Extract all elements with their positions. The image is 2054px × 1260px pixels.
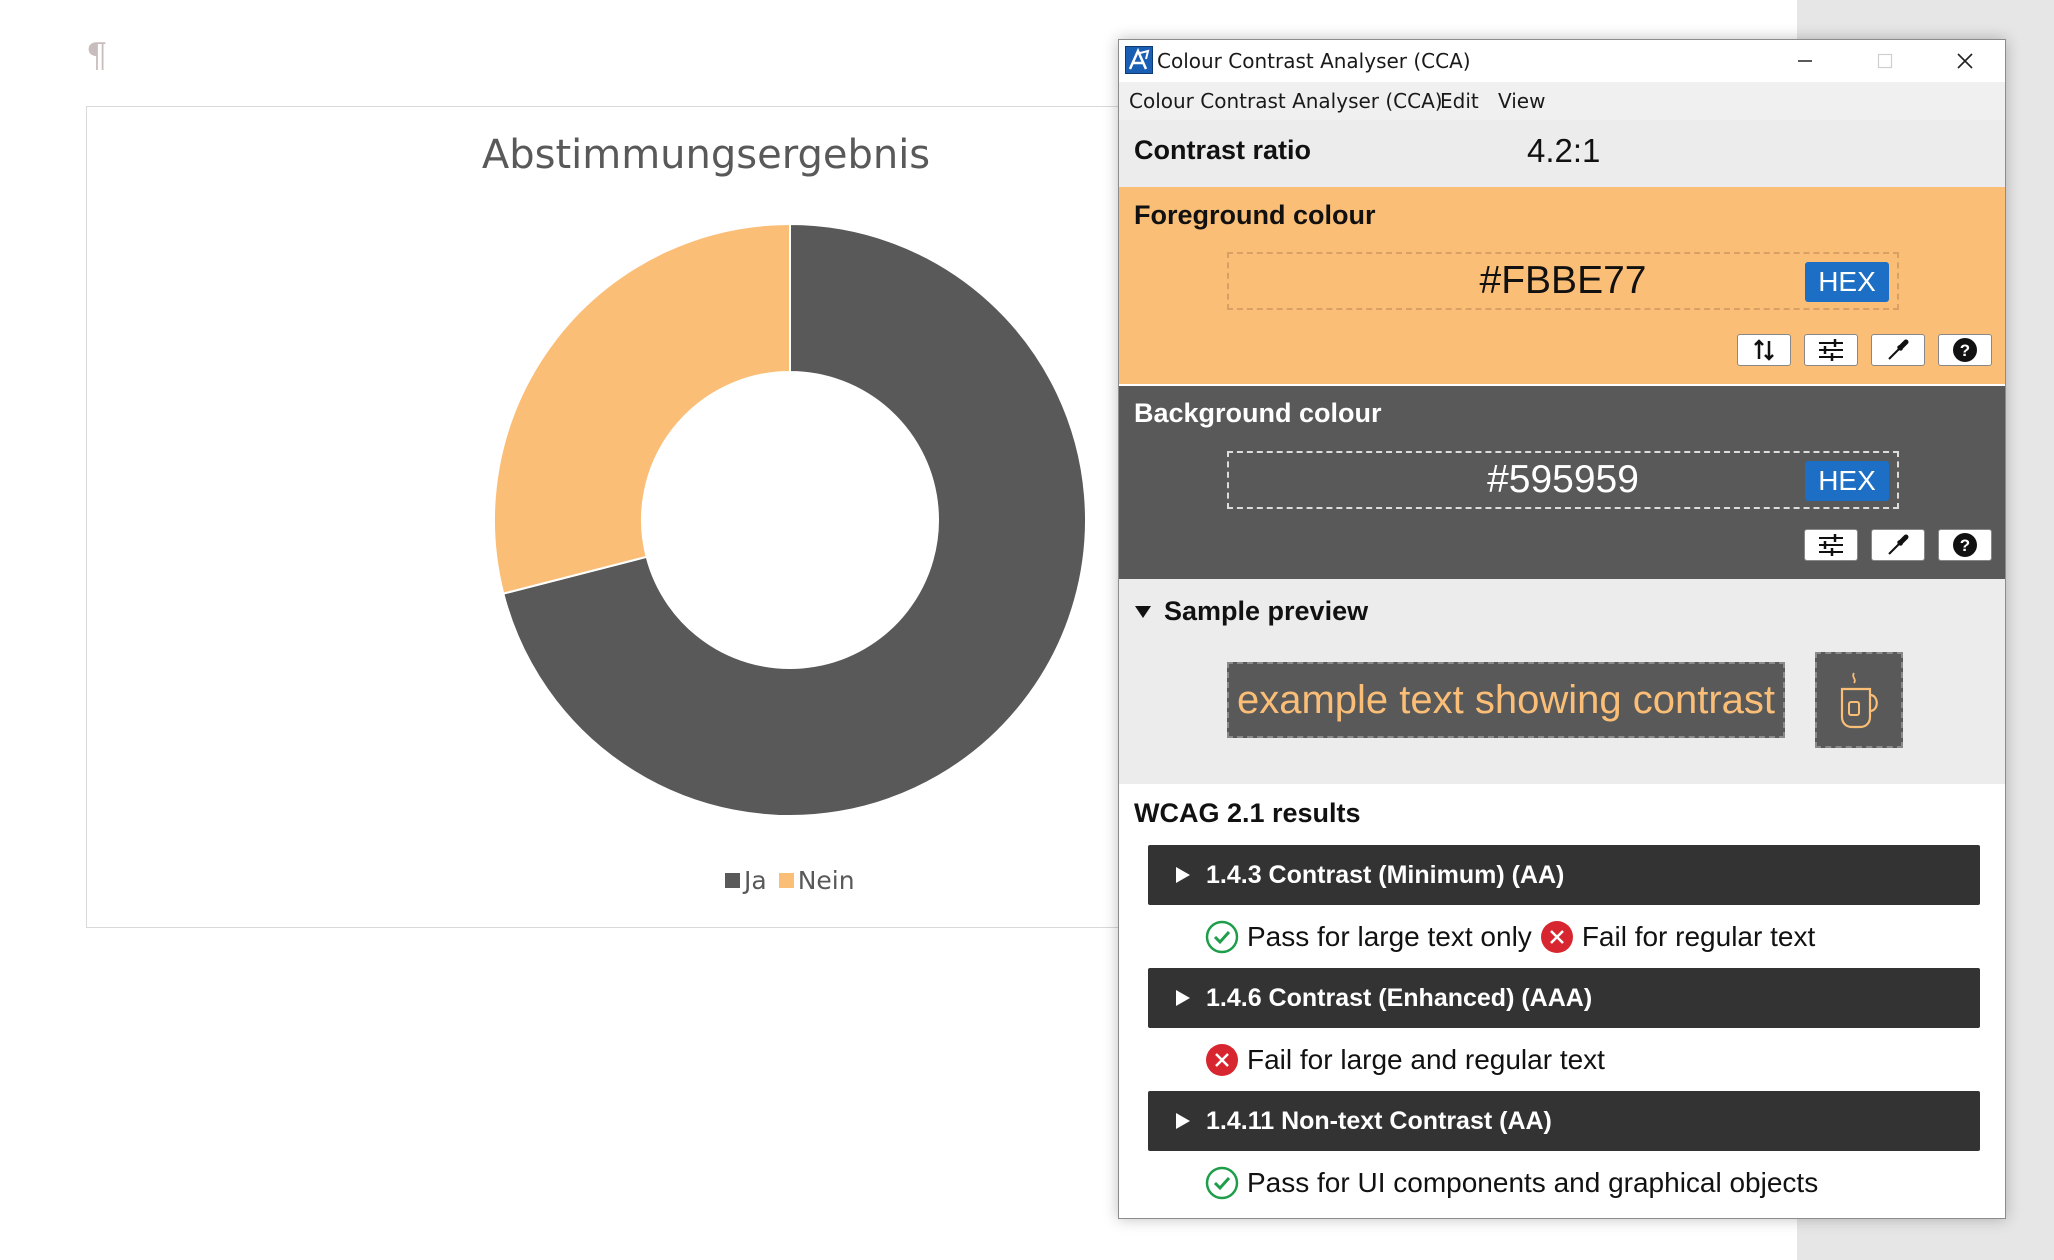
background-eyedropper-button[interactable] <box>1871 529 1925 561</box>
triangle-right-icon <box>1176 1113 1190 1129</box>
foreground-format-button[interactable]: HEX <box>1805 262 1889 302</box>
menu-edit[interactable]: Edit <box>1440 89 1479 113</box>
criterion-title: 1.4.3 Contrast (Minimum) (AA) <box>1206 860 1565 889</box>
contrast-ratio-label: Contrast ratio <box>1134 135 1312 165</box>
foreground-help-button[interactable]: ? <box>1938 334 1992 366</box>
legend-label-nein: Nein <box>797 866 855 895</box>
close-button[interactable] <box>1925 40 2005 82</box>
sample-preview-text: example text showing contrast <box>1227 662 1785 738</box>
criterion-1-4-11-results: Pass for UI components and graphical obj… <box>1205 1165 1818 1201</box>
sample-preview-icon-box <box>1815 652 1903 748</box>
background-hex-input[interactable]: #595959 HEX <box>1227 451 1899 509</box>
foreground-hex-value: #FBBE77 <box>1479 259 1647 302</box>
foreground-section: Foreground colour #FBBE77 HEX ? <box>1119 187 2005 384</box>
background-help-button[interactable]: ? <box>1938 529 1992 561</box>
sample-preview-label: Sample preview <box>1164 596 1369 626</box>
legend-label-ja: Ja <box>744 866 767 895</box>
criterion-1-4-11-toggle[interactable]: 1.4.11 Non-text Contrast (AA) <box>1148 1091 1980 1151</box>
legend-swatch-nein <box>778 873 794 888</box>
window-title: Colour Contrast Analyser (CCA) <box>1157 49 1471 73</box>
criterion-1-4-3-results: Pass for large text only Fail for regula… <box>1205 919 1815 955</box>
background-hex-value: #595959 <box>1487 458 1639 501</box>
x-circle-icon <box>1206 1044 1238 1076</box>
cca-window: Colour Contrast Analyser (CCA) Colour Co… <box>1118 39 2006 1219</box>
wcag-results-label: WCAG 2.1 results <box>1134 798 1361 828</box>
pilcrow-mark: ¶ <box>86 36 108 76</box>
help-icon: ? <box>1953 533 1977 557</box>
triangle-right-icon <box>1176 990 1190 1006</box>
eyedropper-icon <box>1888 339 1909 360</box>
svg-text:?: ? <box>1960 341 1970 360</box>
swap-colours-button[interactable] <box>1737 334 1791 366</box>
triangle-right-icon <box>1176 867 1190 883</box>
x-circle-icon <box>1540 921 1573 953</box>
check-circle-icon <box>1205 1166 1239 1200</box>
svg-text:?: ? <box>1960 536 1970 555</box>
legend-item-nein: Nein <box>778 866 855 895</box>
chart-legend: Ja Nein <box>725 866 855 895</box>
legend-item-ja: Ja <box>725 866 767 895</box>
criterion-title: 1.4.6 Contrast (Enhanced) (AAA) <box>1206 983 1593 1012</box>
legend-swatch-ja <box>725 873 740 888</box>
background-format-button[interactable]: HEX <box>1805 461 1889 501</box>
donut-chart <box>493 222 1087 817</box>
sample-preview-toggle[interactable]: Sample preview <box>1134 596 1368 627</box>
menu-bar: Colour Contrast Analyser (CCA) Edit View <box>1119 82 2005 120</box>
criterion-1-4-3-toggle[interactable]: 1.4.3 Contrast (Minimum) (AA) <box>1148 845 1980 905</box>
triangle-down-icon <box>1135 605 1151 618</box>
result-text: Fail for regular text <box>1581 921 1816 952</box>
donut-slice-nein <box>493 222 791 595</box>
sliders-icon <box>1819 534 1843 556</box>
foreground-label: Foreground colour <box>1134 200 1376 230</box>
maximize-icon <box>1877 53 1893 69</box>
minimize-icon <box>1798 60 1812 62</box>
background-sliders-button[interactable] <box>1804 529 1858 561</box>
title-bar[interactable]: Colour Contrast Analyser (CCA) <box>1119 40 2005 82</box>
help-icon: ? <box>1953 338 1977 362</box>
result-text: Fail for large and regular text <box>1247 1044 1605 1075</box>
criterion-1-4-6-toggle[interactable]: 1.4.6 Contrast (Enhanced) (AAA) <box>1148 968 1980 1028</box>
result-text: Pass for UI components and graphical obj… <box>1247 1167 1819 1198</box>
foreground-eyedropper-button[interactable] <box>1871 334 1925 366</box>
maximize-button[interactable] <box>1845 40 1925 82</box>
background-label: Background colour <box>1134 398 1382 428</box>
background-section: Background colour #595959 HEX ? <box>1119 386 2005 579</box>
minimize-button[interactable] <box>1765 40 1845 82</box>
sliders-icon <box>1819 339 1843 361</box>
menu-app[interactable]: Colour Contrast Analyser (CCA) <box>1129 89 1443 113</box>
eyedropper-icon <box>1888 534 1909 555</box>
contrast-ratio-value: 4.2:1 <box>1527 132 1601 169</box>
swap-colours-icon <box>1754 339 1774 361</box>
foreground-hex-input[interactable]: #FBBE77 HEX <box>1227 252 1899 310</box>
foreground-sliders-button[interactable] <box>1804 334 1858 366</box>
cca-app-icon <box>1125 46 1153 74</box>
result-text: Pass for large text only <box>1247 921 1532 952</box>
check-circle-icon <box>1205 920 1239 954</box>
criterion-title: 1.4.11 Non-text Contrast (AA) <box>1206 1106 1552 1135</box>
close-icon <box>1957 53 1973 69</box>
criterion-1-4-6-results: Fail for large and regular text <box>1205 1042 1605 1078</box>
mug-icon <box>1840 672 1878 729</box>
menu-view[interactable]: View <box>1498 89 1545 113</box>
